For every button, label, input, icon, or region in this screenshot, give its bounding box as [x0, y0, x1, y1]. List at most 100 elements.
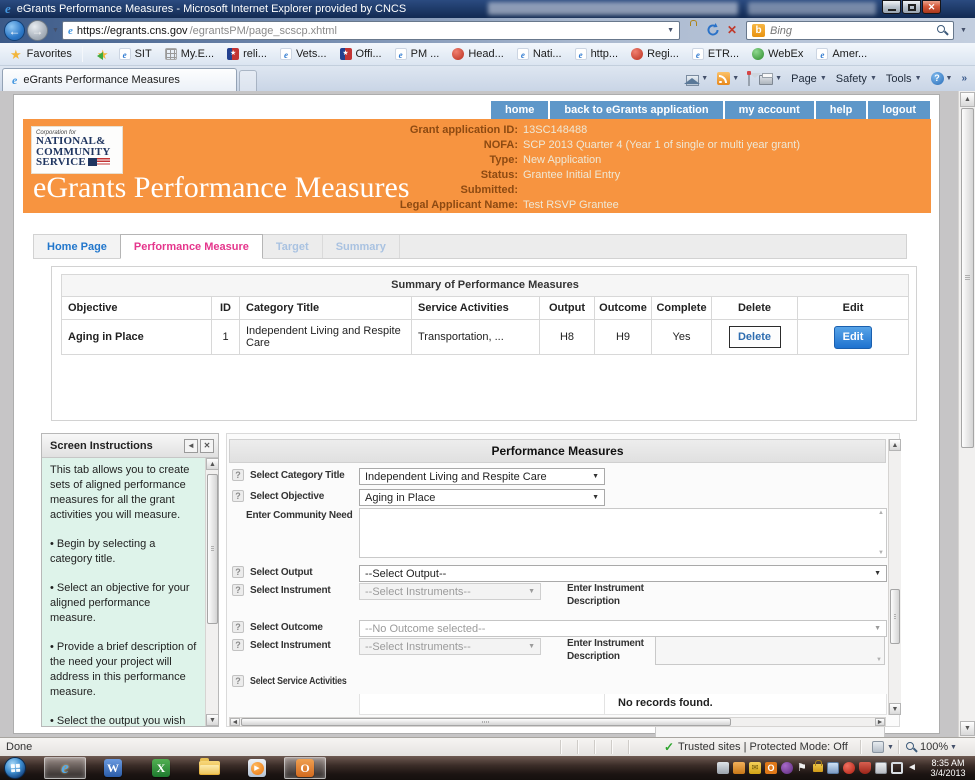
- edit-button[interactable]: Edit: [834, 326, 872, 349]
- favorite-item[interactable]: ePM ...: [395, 48, 440, 60]
- taskbar-word-button[interactable]: W: [92, 757, 134, 779]
- favorite-item[interactable]: My.E...: [165, 48, 214, 60]
- page-menu[interactable]: Page▼: [791, 73, 827, 85]
- start-button[interactable]: [4, 757, 26, 779]
- scroll-up-icon[interactable]: ▲: [960, 92, 975, 107]
- printer-tray-icon[interactable]: [717, 762, 729, 774]
- taskbar-excel-button[interactable]: X: [140, 757, 182, 779]
- stop-button[interactable]: ✕: [727, 23, 737, 37]
- safety-menu[interactable]: Safety▼: [836, 73, 877, 85]
- recent-pages-dropdown-icon[interactable]: ▼: [52, 27, 59, 34]
- search-box[interactable]: b Bing: [746, 21, 954, 40]
- browser-tab[interactable]: e eGrants Performance Measures: [2, 68, 237, 91]
- close-button[interactable]: ✕: [922, 0, 941, 14]
- nav-my-account-button[interactable]: my account: [725, 101, 814, 119]
- objective-select[interactable]: Aging in Place▼: [359, 489, 605, 506]
- favorite-item[interactable]: Regi...: [631, 48, 679, 60]
- antivirus-tray-icon[interactable]: [843, 762, 855, 774]
- tab-performance-measure[interactable]: Performance Measure: [120, 234, 263, 259]
- clipboard-tray-icon[interactable]: [875, 762, 887, 774]
- delete-button[interactable]: Delete: [729, 326, 781, 348]
- form-horizontal-scrollbar[interactable]: ◄ ►: [229, 717, 886, 727]
- taskbar-outlook-button[interactable]: O: [284, 757, 326, 779]
- refresh-button[interactable]: [706, 23, 720, 40]
- scrollbar-thumb[interactable]: [890, 589, 900, 644]
- scrollbar-thumb[interactable]: [961, 108, 974, 448]
- favorite-item[interactable]: eNati...: [517, 48, 562, 60]
- close-panel-icon[interactable]: ✕: [200, 439, 214, 453]
- scroll-down-icon[interactable]: ▼: [889, 703, 901, 715]
- scroll-right-icon[interactable]: ►: [875, 718, 885, 726]
- help-icon[interactable]: ?: [232, 639, 244, 651]
- taskbar-media-player-button[interactable]: ▶: [236, 757, 278, 779]
- favorite-item[interactable]: ★Offi...: [340, 48, 382, 60]
- protected-mode-icon[interactable]: [872, 741, 884, 753]
- minimize-button[interactable]: [882, 0, 901, 14]
- scroll-down-icon[interactable]: ▼: [960, 721, 975, 736]
- add-favorite-icon[interactable]: ★: [97, 48, 109, 61]
- nav-home-button[interactable]: home: [491, 101, 548, 119]
- tools-menu[interactable]: Tools▼: [886, 73, 922, 85]
- favorite-item[interactable]: WebEx: [752, 48, 803, 60]
- maximize-button[interactable]: [902, 0, 921, 14]
- help-icon[interactable]: ?: [232, 469, 244, 481]
- purple-app-tray-icon[interactable]: [781, 762, 793, 774]
- favorite-item[interactable]: eETR...: [692, 48, 739, 60]
- help-icon[interactable]: ?: [232, 584, 244, 596]
- help-icon[interactable]: ?: [232, 566, 244, 578]
- tab-home-page[interactable]: Home Page: [34, 235, 121, 258]
- forward-button[interactable]: →: [27, 20, 48, 41]
- output-select[interactable]: --Select Output--▼: [359, 565, 887, 582]
- scrollbar-thumb[interactable]: [207, 474, 218, 624]
- nav-back-to-egrants-button[interactable]: back to eGrants application: [550, 101, 722, 119]
- back-button[interactable]: ←: [4, 20, 25, 41]
- search-icon[interactable]: [937, 25, 948, 36]
- scroll-up-icon[interactable]: ▲: [206, 458, 219, 470]
- community-need-textarea[interactable]: ▲▼: [359, 508, 887, 558]
- zoom-level[interactable]: 100%: [920, 741, 948, 753]
- taskbar-explorer-button[interactable]: [188, 757, 230, 779]
- scroll-down-icon[interactable]: ▼: [206, 714, 219, 726]
- favorite-item[interactable]: eVets...: [280, 48, 327, 60]
- outcome-select[interactable]: --No Outcome selected--▼: [359, 620, 887, 637]
- address-dropdown-icon[interactable]: ▼: [667, 27, 674, 34]
- flag-tray-icon[interactable]: ⚑: [797, 762, 809, 774]
- help-icon[interactable]: ?: [232, 621, 244, 633]
- lock-tray-icon[interactable]: [813, 764, 823, 772]
- instructions-scrollbar[interactable]: ▲ ▼: [205, 458, 218, 726]
- help-icon[interactable]: ?: [232, 675, 244, 687]
- new-tab-stub[interactable]: [239, 70, 257, 91]
- shield-tray-icon[interactable]: [859, 762, 871, 774]
- browser-scrollbar[interactable]: ▲ ▼: [958, 91, 975, 737]
- volume-tray-icon[interactable]: ◄: [907, 762, 919, 774]
- scrollbar-thumb[interactable]: [241, 718, 731, 726]
- mail-tray-icon[interactable]: ✉: [749, 762, 761, 774]
- network-share-tray-icon[interactable]: [827, 762, 839, 774]
- favorite-item[interactable]: eSIT: [119, 48, 152, 60]
- taskbar-clock[interactable]: 8:35 AM 3/4/2013: [923, 758, 973, 778]
- print-button[interactable]: ▼: [759, 72, 782, 85]
- help-menu[interactable]: ?▼: [931, 72, 953, 85]
- category-select[interactable]: Independent Living and Respite Care▼: [359, 468, 605, 485]
- image-tray-icon[interactable]: [733, 762, 745, 774]
- nav-logout-button[interactable]: logout: [868, 101, 930, 119]
- favorite-item[interactable]: ★reli...: [227, 48, 267, 60]
- scroll-left-icon[interactable]: ◄: [230, 718, 240, 726]
- chevron-more-icon[interactable]: »: [961, 73, 967, 84]
- chevron-down-icon[interactable]: ▼: [887, 744, 894, 751]
- nav-help-button[interactable]: help: [816, 101, 867, 119]
- chevron-down-icon[interactable]: ▼: [950, 744, 957, 751]
- security-zone-text[interactable]: Trusted sites | Protected Mode: Off: [678, 741, 848, 753]
- scroll-up-icon[interactable]: ▲: [889, 439, 901, 451]
- collapse-panel-icon[interactable]: ◄: [184, 439, 198, 453]
- help-icon[interactable]: ?: [232, 490, 244, 502]
- taskbar-ie-button[interactable]: e: [44, 757, 86, 779]
- favorite-item[interactable]: eAmer...: [816, 48, 867, 60]
- form-vertical-scrollbar[interactable]: ▲ ▼: [888, 439, 901, 715]
- favorite-item[interactable]: Head...: [452, 48, 503, 60]
- outlook-tray-icon[interactable]: O: [765, 762, 777, 774]
- read-mail-button[interactable]: [748, 73, 750, 85]
- home-button[interactable]: ▼: [686, 72, 708, 86]
- favorites-button[interactable]: ★ Favorites: [0, 48, 82, 61]
- feeds-button[interactable]: ▼: [717, 72, 739, 85]
